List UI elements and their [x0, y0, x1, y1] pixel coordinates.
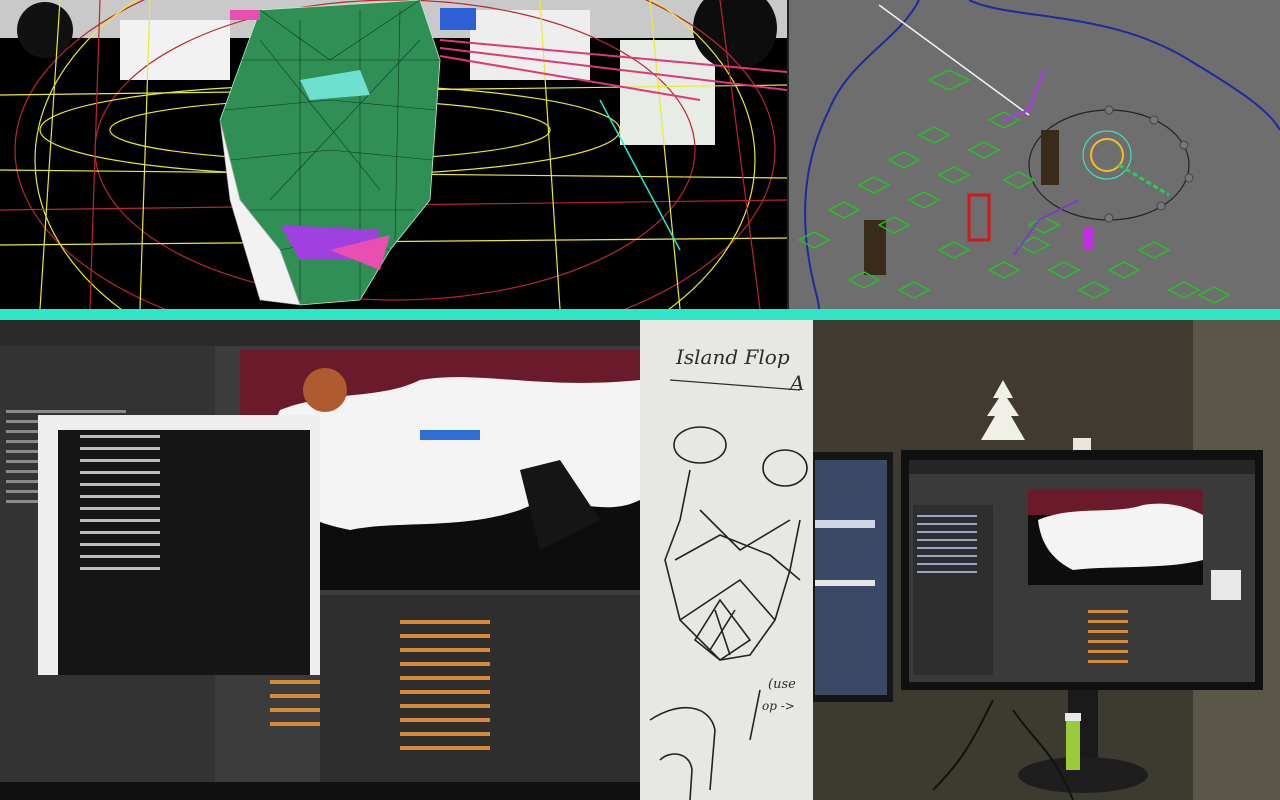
whiteboard-sketch: Island Flop A (use op -> [640, 320, 813, 800]
sketch-title: Island Flop [675, 345, 790, 369]
desk-monitors-photo [813, 320, 1280, 800]
desk-photo [813, 320, 1280, 800]
sketch-note-1: (use [768, 677, 796, 692]
sketch-note-2: op -> [762, 699, 795, 713]
whiteboard-drawing: Island Flop A (use op -> [640, 320, 813, 800]
scene-top-view [789, 0, 1280, 309]
wireframe-scene [0, 0, 787, 309]
monitor-photo-editor [0, 320, 640, 800]
teal-separator [0, 309, 1280, 320]
top-down-scene-viewport [789, 0, 1280, 309]
monitor-screen-photo [0, 320, 640, 800]
sketch-title-suffix: A [788, 371, 804, 395]
3d-wireframe-head-viewport [0, 0, 787, 309]
